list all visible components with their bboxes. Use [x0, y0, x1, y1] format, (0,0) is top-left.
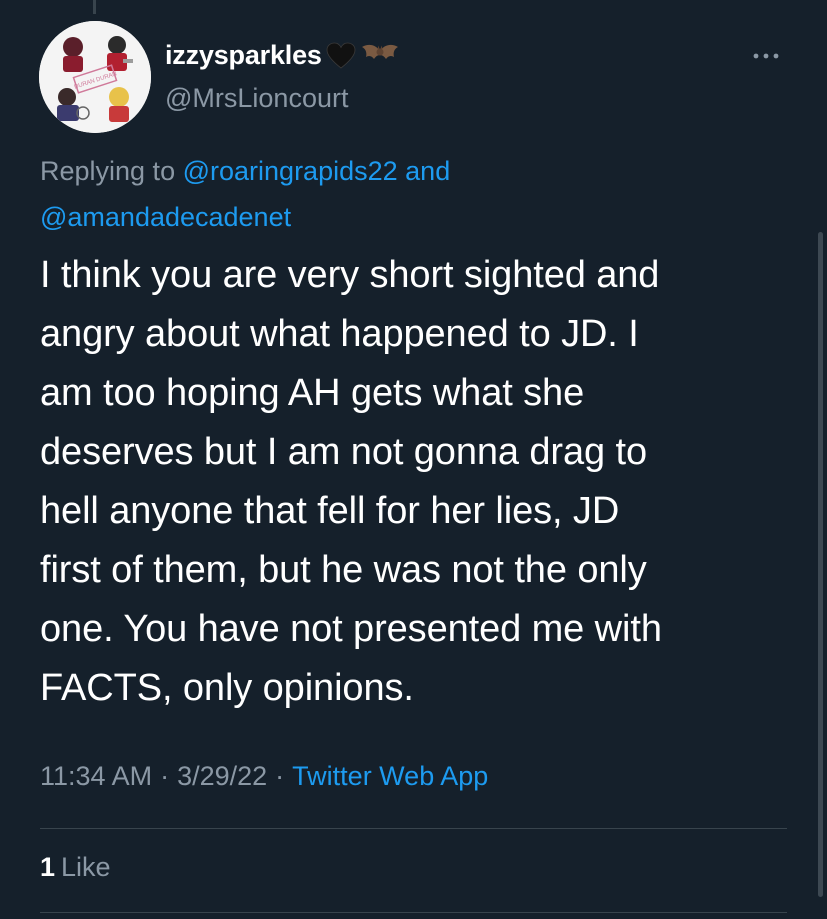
mention-link-amandadecadenet[interactable]: @amandadecadenet [40, 202, 291, 232]
tweet-text-line: FACTS, only opinions. [40, 667, 414, 709]
tweet-text-line: angry about what happened to JD. I [40, 313, 639, 355]
more-options-icon[interactable] [748, 44, 784, 68]
tweet-text: I think you are very short sighted and a… [40, 246, 800, 718]
tweet-text-line: I think you are very short sighted and [40, 254, 660, 296]
tweet-text-line: deserves but I am not gonna drag to [40, 431, 648, 473]
meta-separator: · [160, 761, 170, 791]
tweet-text-line: am too hoping AH gets what she [40, 372, 585, 414]
tweet-text-line: first of them, but he was not the only [40, 549, 647, 591]
tweet-time[interactable]: 11:34 AM [40, 761, 152, 791]
replying-to-line: Replying to @roaringrapids22 and @amanda… [40, 148, 780, 240]
tweet-text-line: one. You have not presented me with [40, 608, 662, 650]
likes-label: Like [61, 852, 111, 882]
tweet-text-line: hell anyone that fell for her lies, JD [40, 490, 620, 532]
display-name[interactable]: izzysparkles [165, 40, 400, 71]
tweet-metadata: 11:34 AM · 3/29/22 · Twitter Web App [40, 761, 488, 792]
black-heart-icon [326, 42, 356, 70]
replying-to-prefix: Replying to [40, 156, 176, 186]
mention-link-roaringrapids22[interactable]: @roaringrapids22 [183, 156, 398, 186]
divider [40, 828, 787, 829]
meta-separator: · [275, 761, 285, 791]
divider [40, 912, 787, 913]
display-name-text: izzysparkles [165, 40, 322, 70]
avatar[interactable]: DURAN DURAN [39, 21, 151, 133]
likes-count-link[interactable]: 1 Like [40, 852, 111, 883]
user-handle[interactable]: @MrsLioncourt [165, 83, 348, 114]
thread-connector-line [93, 0, 96, 14]
replying-to-conjunction[interactable]: and [405, 156, 450, 186]
scrollbar[interactable] [818, 232, 823, 897]
avatar-collage-image: DURAN DURAN [39, 21, 151, 133]
likes-count: 1 [40, 852, 56, 882]
bat-icon [360, 41, 400, 71]
tweet-date[interactable]: 3/29/22 [177, 761, 267, 791]
tweet-source-link[interactable]: Twitter Web App [292, 761, 488, 791]
